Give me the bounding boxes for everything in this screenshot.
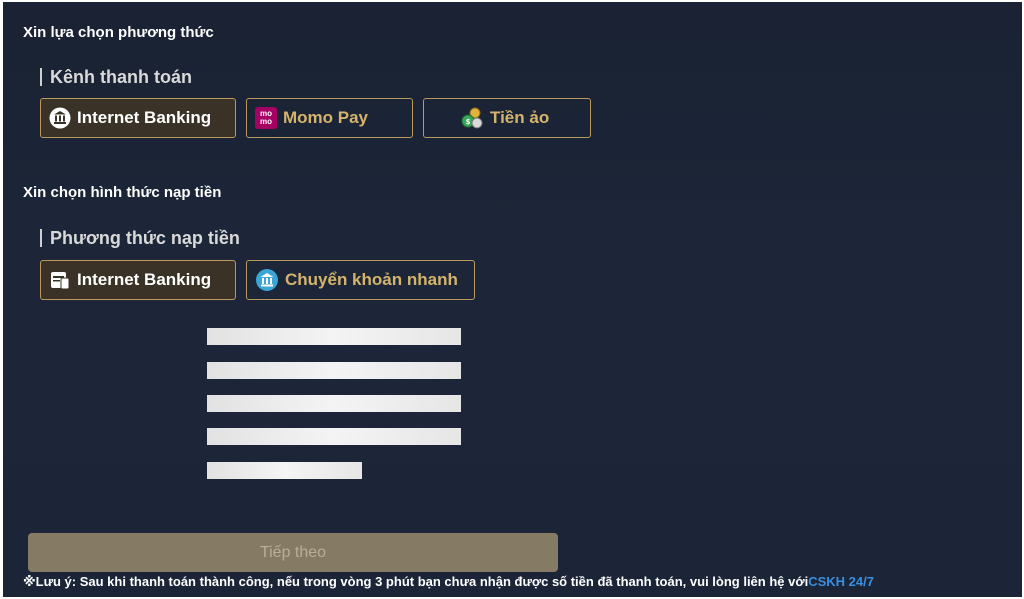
customer-support-link[interactable]: CSKH 24/7 <box>808 574 874 589</box>
channel-option-crypto[interactable]: $ Tiền ảo <box>423 98 591 138</box>
payment-panel: Xin lựa chọn phương thức Kênh thanh toán… <box>3 2 1022 597</box>
next-button[interactable]: Tiếp theo <box>28 533 558 572</box>
method-option-label: Internet Banking <box>77 270 212 289</box>
bank-icon <box>49 107 71 129</box>
method-option-internet-banking[interactable]: Internet Banking <box>40 260 236 300</box>
momo-icon: mo mo <box>255 107 277 129</box>
channel-option-label: Tiền ảo <box>490 108 550 127</box>
channel-option-label: Internet Banking <box>77 108 212 127</box>
placeholder-bar <box>207 328 461 345</box>
placeholder-bar <box>207 362 461 379</box>
bank-circle-icon <box>255 268 279 292</box>
channel-group-label: Kênh thanh toán <box>40 68 192 86</box>
momo-icon-text-bottom: mo <box>260 117 272 126</box>
placeholder-bar <box>207 462 362 479</box>
method-section-title: Xin chọn hình thức nạp tiền <box>23 184 222 201</box>
method-option-label: Chuyển khoản nhanh <box>285 270 458 289</box>
channel-option-momo-pay[interactable]: mo mo Momo Pay <box>246 98 413 138</box>
placeholder-bar <box>207 395 461 412</box>
channel-section-title: Xin lựa chọn phương thức <box>23 24 214 41</box>
svg-text:$: $ <box>466 118 471 126</box>
note-prefix: ※Lưu ý: Sau khi thanh toán thành công, n… <box>23 574 809 589</box>
placeholder-bar <box>207 428 461 445</box>
channel-option-internet-banking[interactable]: Internet Banking <box>40 98 236 138</box>
channel-option-label: Momo Pay <box>283 108 369 127</box>
card-icon <box>49 269 71 291</box>
method-option-fast-transfer[interactable]: Chuyển khoản nhanh <box>246 260 475 300</box>
crypto-coins-icon: $ <box>460 106 484 130</box>
method-group-label: Phương thức nạp tiền <box>40 229 240 247</box>
note-text: ※Lưu ý: Sau khi thanh toán thành công, n… <box>23 574 874 590</box>
